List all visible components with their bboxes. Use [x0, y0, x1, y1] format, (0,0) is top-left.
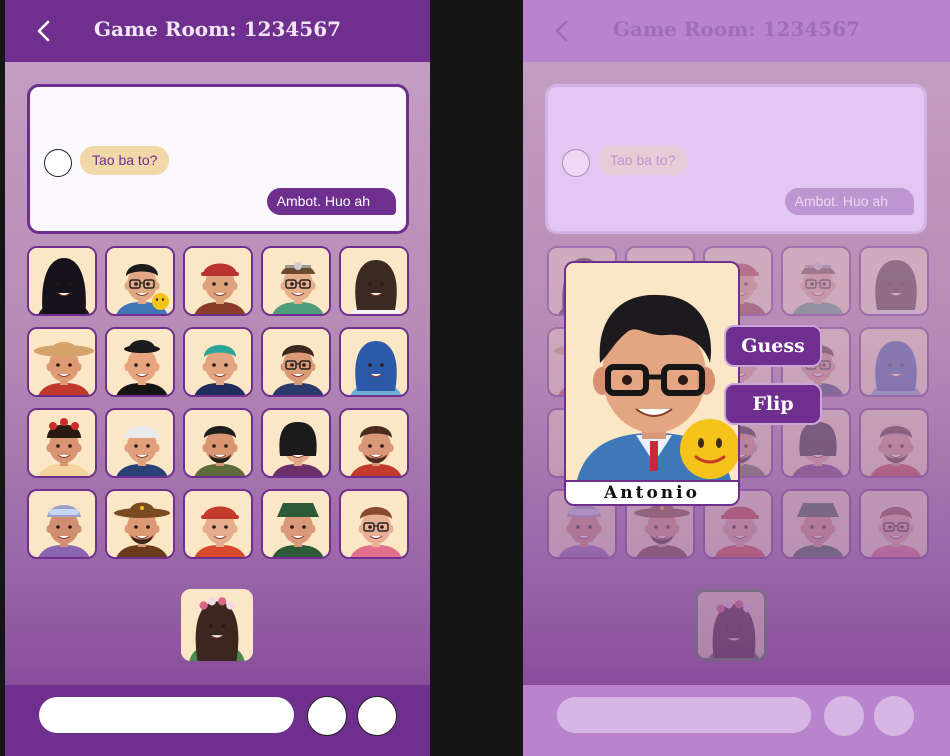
- character-card[interactable]: [27, 489, 97, 559]
- chat-panel: Tao ba to? Ambot. Huo ah: [545, 84, 927, 234]
- character-card[interactable]: [339, 408, 409, 478]
- bottom-bar: [5, 685, 430, 756]
- character-card[interactable]: [105, 246, 175, 316]
- character-card[interactable]: [105, 327, 175, 397]
- character-portrait: [263, 410, 329, 476]
- character-portrait: [861, 248, 927, 314]
- character-card: [859, 327, 929, 397]
- game-screen-right: Game Room: 1234567 Tao ba to? Ambot. Huo…: [523, 0, 950, 756]
- character-portrait: [341, 248, 407, 314]
- character-portrait: [263, 329, 329, 395]
- character-portrait-antonio: [566, 263, 738, 484]
- character-card[interactable]: [261, 246, 331, 316]
- character-card[interactable]: [27, 246, 97, 316]
- character-card[interactable]: [339, 489, 409, 559]
- character-portrait: [107, 410, 173, 476]
- header: Game Room: 1234567: [5, 0, 430, 62]
- character-portrait: [29, 329, 95, 395]
- game-screen-left: Game Room: 1234567 Tao ba to? Ambot. Huo…: [5, 0, 430, 756]
- character-detail-card: Antonio: [564, 261, 740, 506]
- page-title: Game Room: 1234567: [93, 17, 342, 41]
- send-button[interactable]: [357, 696, 397, 736]
- message-input: [557, 697, 811, 733]
- send-button: [874, 696, 914, 736]
- character-portrait: [341, 410, 407, 476]
- outgoing-message: Ambot. Huo ah: [266, 188, 396, 215]
- character-card[interactable]: [183, 489, 253, 559]
- emoji-button[interactable]: [307, 696, 347, 736]
- character-portrait: [783, 491, 849, 557]
- chat-panel: Tao ba to? Ambot. Huo ah: [27, 84, 409, 234]
- character-card: [859, 489, 929, 559]
- character-card[interactable]: [183, 246, 253, 316]
- secret-character-portrait: [181, 589, 253, 661]
- character-portrait: [185, 491, 251, 557]
- character-portrait: [861, 491, 927, 557]
- character-portrait: [341, 491, 407, 557]
- character-card[interactable]: [27, 408, 97, 478]
- character-card[interactable]: [261, 408, 331, 478]
- incoming-message: Tao ba to?: [598, 146, 688, 175]
- message-input[interactable]: [39, 697, 294, 733]
- character-portrait: [107, 491, 173, 557]
- character-card: [859, 408, 929, 478]
- character-card[interactable]: [105, 408, 175, 478]
- character-portrait: [29, 410, 95, 476]
- secret-character-card[interactable]: [181, 589, 253, 661]
- character-portrait: [861, 329, 927, 395]
- character-card[interactable]: [183, 408, 253, 478]
- secret-character-card: [695, 589, 767, 661]
- character-card[interactable]: [261, 327, 331, 397]
- character-card[interactable]: [339, 327, 409, 397]
- character-portrait: [185, 329, 251, 395]
- page-title: Game Room: 1234567: [612, 17, 861, 41]
- character-card[interactable]: [261, 489, 331, 559]
- character-portrait: [185, 410, 251, 476]
- character-portrait: [107, 329, 173, 395]
- character-portrait: [29, 491, 95, 557]
- character-portrait: [861, 410, 927, 476]
- chat-avatar: [44, 149, 72, 177]
- guess-button[interactable]: Guess: [724, 325, 822, 367]
- character-card[interactable]: [27, 327, 97, 397]
- secret-character-portrait: [698, 592, 764, 658]
- header: Game Room: 1234567: [523, 0, 950, 62]
- character-portrait: [263, 248, 329, 314]
- character-card[interactable]: [105, 489, 175, 559]
- incoming-message: Tao ba to?: [80, 146, 170, 175]
- character-card: [781, 489, 851, 559]
- character-card: [781, 246, 851, 316]
- chat-avatar: [562, 149, 590, 177]
- character-portrait: [185, 248, 251, 314]
- character-name: Antonio: [566, 480, 738, 504]
- character-card: [859, 246, 929, 316]
- smiley-icon: [152, 293, 169, 310]
- character-card[interactable]: [339, 246, 409, 316]
- bottom-bar: [523, 685, 950, 756]
- character-card[interactable]: [183, 327, 253, 397]
- flip-button[interactable]: Flip: [724, 383, 822, 425]
- character-portrait: [341, 329, 407, 395]
- character-portrait: [263, 491, 329, 557]
- outgoing-message: Ambot. Huo ah: [784, 188, 914, 215]
- character-portrait: [29, 248, 95, 314]
- emoji-button: [824, 696, 864, 736]
- character-portrait: [783, 248, 849, 314]
